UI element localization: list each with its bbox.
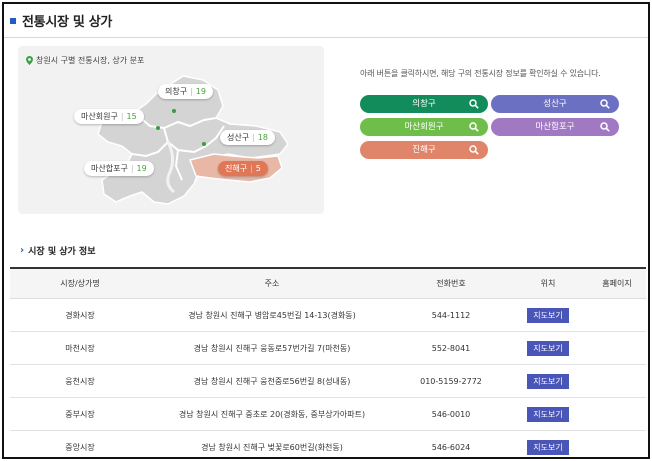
changwon-map: [97, 75, 289, 205]
map-label-masanhappo[interactable]: 마산합포구 | 19: [84, 161, 154, 176]
search-icon: [600, 99, 610, 109]
title-bullet-icon: [10, 17, 16, 24]
map-caption-text: 창원시 구별 전통시장, 상가 분포: [36, 56, 145, 65]
district-map-panel: 창원시 구별 전통시장, 상가 분포 의창구 | 19 마산회원구 | 15 성산구 | 1…: [18, 46, 324, 214]
location-cell: 지도보기: [508, 406, 588, 422]
district-name: 마산합포구: [91, 164, 128, 173]
market-address: 경남 창원시 진해구 웅동로57번가길 7(마천동): [193, 343, 351, 353]
header-name: 시장/상가명: [60, 279, 100, 288]
district-name: 성산구: [227, 133, 250, 142]
market-address: 경남 창원시 진해구 웅천중로56번길 8(성내동): [193, 376, 351, 386]
button-label: 진해구: [412, 145, 436, 155]
market-name: 마천시장: [65, 343, 95, 353]
district-button-uichang[interactable]: 의창구: [360, 95, 488, 113]
market-table: 시장/상가명 주소 전화번호 위치 홈페이지 경화시장 경남 창원시 진해구 병…: [10, 267, 646, 457]
district-name: 마산회원구: [81, 112, 118, 121]
button-label: 성산구: [543, 99, 567, 109]
district-count: 19: [195, 87, 206, 96]
map-caption: 창원시 구별 전통시장, 상가 분포: [26, 55, 144, 66]
search-icon: [469, 145, 479, 155]
district-name: 의창구: [165, 87, 188, 96]
section-title-text: 시장 및 상가 정보: [28, 247, 96, 257]
table-row: 경화시장 경남 창원시 진해구 병암로45번길 14-13(경화동) 544-1…: [10, 299, 646, 332]
market-phone: 010-5159-2772: [420, 376, 482, 386]
market-name: 경화시장: [65, 310, 95, 320]
map-view-button[interactable]: 지도보기: [527, 373, 569, 389]
market-phone: 546-6024: [431, 442, 471, 452]
location-cell: 지도보기: [508, 439, 588, 455]
map-view-button[interactable]: 지도보기: [527, 439, 569, 455]
map-label-masanhoewon[interactable]: 마산회원구 | 15: [74, 109, 144, 124]
search-icon: [469, 99, 479, 109]
market-phone: 544-1112: [431, 310, 471, 320]
header-homepage: 홈페이지: [602, 279, 632, 288]
table-row: 웅천시장 경남 창원시 진해구 웅천중로56번길 8(성내동) 010-5159…: [10, 365, 646, 398]
district-button-masanhappo[interactable]: 마산합포구: [491, 118, 619, 136]
market-address: 경남 창원시 진해구 병암로45번길 14-13(경화동): [188, 310, 356, 320]
button-label: 의창구: [412, 99, 436, 109]
market-name: 웅천시장: [65, 376, 95, 386]
map-label-jinhae[interactable]: 진해구 | 5: [218, 161, 268, 176]
search-icon: [469, 122, 479, 132]
guide-text: 아래 버튼을 클릭하시면, 해당 구의 전통시장 정보를 확인하실 수 있습니다…: [360, 69, 601, 78]
title-bar: 전통시장 및 상가: [4, 4, 648, 38]
map-view-button[interactable]: 지도보기: [527, 307, 569, 323]
district-count: 19: [136, 164, 147, 173]
chevron-right-icon: ›: [20, 245, 25, 256]
table-row: 중부시장 경남 창원시 진해구 중초로 20(경화동, 중부상가아파트) 546…: [10, 398, 646, 431]
header-location: 위치: [540, 279, 556, 288]
market-address: 경남 창원시 진해구 중초로 20(경화동, 중부상가아파트): [178, 409, 366, 419]
header-address: 주소: [264, 279, 280, 288]
button-label: 마산회원구: [404, 122, 444, 132]
page-frame: 전통시장 및 상가 창원시 구별 전통시장, 상가 분포 의창구 | 19 마산…: [2, 2, 650, 459]
search-icon: [600, 122, 610, 132]
district-count: 15: [126, 112, 137, 121]
location-cell: 지도보기: [508, 307, 588, 323]
section-title: › 시장 및 상가 정보: [20, 244, 96, 257]
district-button-masanhoewon[interactable]: 마산회원구: [360, 118, 488, 136]
map-label-seongsan[interactable]: 성산구 | 18: [220, 130, 275, 145]
button-label: 마산합포구: [535, 122, 575, 132]
district-button-jinhae[interactable]: 진해구: [360, 141, 488, 159]
market-name: 중부시장: [65, 409, 95, 419]
map-view-button[interactable]: 지도보기: [527, 340, 569, 356]
district-button-seongsan[interactable]: 성산구: [491, 95, 619, 113]
table-header: 시장/상가명 주소 전화번호 위치 홈페이지: [10, 269, 646, 299]
page-title: 전통시장 및 상가: [22, 15, 113, 30]
table-row: 중앙시장 경남 창원시 진해구 벚꽃로60번길(화천동) 546-6024 지도…: [10, 431, 646, 457]
header-phone: 전화번호: [436, 279, 466, 288]
map-label-uichang[interactable]: 의창구 | 19: [158, 84, 213, 99]
table-row: 마천시장 경남 창원시 진해구 웅동로57번가길 7(마천동) 552-8041…: [10, 332, 646, 365]
market-name: 중앙시장: [65, 442, 95, 452]
market-phone: 552-8041: [431, 343, 471, 353]
location-cell: 지도보기: [508, 373, 588, 389]
district-count: 5: [255, 164, 261, 173]
market-address: 경남 창원시 진해구 벚꽃로60번길(화천동): [201, 442, 343, 452]
map-pin-icon: [26, 56, 33, 65]
district-count: 18: [257, 133, 268, 142]
district-name: 진해구: [225, 164, 248, 173]
map-view-button[interactable]: 지도보기: [527, 406, 569, 422]
market-phone: 546-0010: [431, 409, 471, 419]
location-cell: 지도보기: [508, 340, 588, 356]
